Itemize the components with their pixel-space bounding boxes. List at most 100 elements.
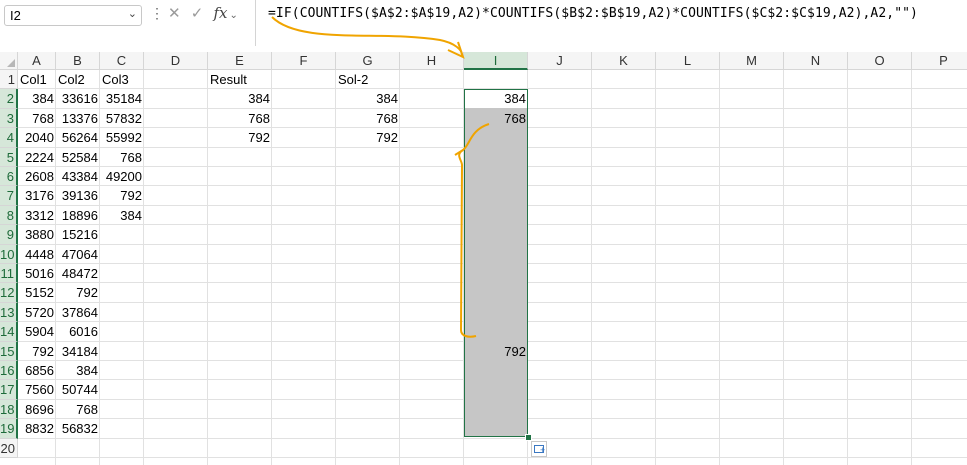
cell-e3[interactable]: 768 — [210, 109, 270, 128]
row-header-5[interactable]: 5 — [0, 147, 18, 167]
row-header-8[interactable]: 8 — [0, 205, 18, 226]
cell-b12[interactable]: 792 — [58, 283, 98, 302]
column-header-h[interactable]: H — [400, 52, 464, 70]
cell-c3[interactable]: 57832 — [102, 109, 142, 128]
cell-c2[interactable]: 35184 — [102, 89, 142, 108]
cell-c1[interactable]: Col3 — [102, 70, 142, 89]
cell-g4[interactable]: 792 — [338, 128, 398, 147]
row-header-17[interactable]: 17 — [0, 380, 18, 400]
cell-b15[interactable]: 34184 — [58, 342, 98, 361]
column-header-b[interactable]: B — [56, 52, 100, 70]
row-header-10[interactable]: 10 — [0, 244, 18, 264]
row-header-9[interactable]: 9 — [0, 225, 18, 245]
column-header-d[interactable]: D — [144, 52, 208, 70]
cell-b2[interactable]: 33616 — [58, 89, 98, 108]
cell-a8[interactable]: 3312 — [20, 206, 54, 225]
name-box[interactable]: I2 ⌄ — [4, 5, 142, 26]
cell-a13[interactable]: 5720 — [20, 303, 54, 322]
cell-a19[interactable]: 8832 — [20, 419, 54, 438]
row-header-18[interactable]: 18 — [0, 399, 18, 420]
cell-g2[interactable]: 384 — [338, 89, 398, 108]
cell-a9[interactable]: 3880 — [20, 225, 54, 244]
cell-a10[interactable]: 4448 — [20, 245, 54, 264]
row-header-4[interactable]: 4 — [0, 128, 18, 148]
cell-b6[interactable]: 43384 — [58, 167, 98, 186]
cell-b9[interactable]: 15216 — [58, 225, 98, 244]
cell-b7[interactable]: 39136 — [58, 186, 98, 205]
cell-g1[interactable]: Sol-2 — [338, 70, 398, 89]
more-vert-icon[interactable]: ⋮ — [150, 5, 164, 22]
column-header-o[interactable]: O — [848, 52, 912, 70]
cell-b10[interactable]: 47064 — [58, 245, 98, 264]
column-header-g[interactable]: G — [336, 52, 400, 70]
cell-b4[interactable]: 56264 — [58, 128, 98, 147]
column-header-k[interactable]: K — [592, 52, 656, 70]
cell-b8[interactable]: 18896 — [58, 206, 98, 225]
cell-b5[interactable]: 52584 — [58, 148, 98, 167]
selection-range[interactable] — [464, 89, 528, 437]
row-header-1[interactable]: 1 — [0, 70, 18, 90]
row-header-20[interactable]: 20 — [0, 438, 18, 458]
column-header-m[interactable]: M — [720, 52, 784, 70]
cell-a18[interactable]: 8696 — [20, 400, 54, 419]
select-all-corner[interactable] — [0, 52, 18, 70]
column-header-a[interactable]: A — [18, 52, 56, 70]
row-header-7[interactable]: 7 — [0, 186, 18, 206]
fill-handle[interactable] — [525, 434, 532, 441]
cell-c7[interactable]: 792 — [102, 186, 142, 205]
formula-input[interactable]: =IF(COUNTIFS($A$2:$A$19,A2)*COUNTIFS($B$… — [255, 0, 967, 46]
cell-a7[interactable]: 3176 — [20, 186, 54, 205]
cell-b19[interactable]: 56832 — [58, 419, 98, 438]
cell-b14[interactable]: 6016 — [58, 322, 98, 341]
chevron-down-icon[interactable]: ⌄ — [128, 7, 137, 20]
row-header-6[interactable]: 6 — [0, 167, 18, 187]
cell-a17[interactable]: 7560 — [20, 380, 54, 399]
cell-b1[interactable]: Col2 — [58, 70, 98, 89]
row-header-14[interactable]: 14 — [0, 322, 18, 342]
cell-a5[interactable]: 2224 — [20, 148, 54, 167]
cell-i2[interactable]: 384 — [466, 89, 526, 108]
cell-a6[interactable]: 2608 — [20, 167, 54, 186]
cell-a11[interactable]: 5016 — [20, 264, 54, 283]
cell-i3[interactable]: 768 — [466, 109, 526, 128]
cell-a1[interactable]: Col1 — [20, 70, 54, 89]
row-header-3[interactable]: 3 — [0, 108, 18, 129]
cell-g3[interactable]: 768 — [338, 109, 398, 128]
column-header-c[interactable]: C — [100, 52, 144, 70]
row-header-15[interactable]: 15 — [0, 341, 18, 361]
column-header-l[interactable]: L — [656, 52, 720, 70]
cell-a14[interactable]: 5904 — [20, 322, 54, 341]
cancel-x-icon[interactable]: ✕ — [168, 5, 181, 22]
row-header-12[interactable]: 12 — [0, 283, 18, 303]
confirm-check-icon[interactable]: ✓ — [191, 5, 204, 22]
cell-a15[interactable]: 792 — [20, 342, 54, 361]
fx-icon[interactable]: fx — [214, 4, 228, 22]
cell-b16[interactable]: 384 — [58, 361, 98, 380]
column-header-e[interactable]: E — [208, 52, 272, 70]
cell-c5[interactable]: 768 — [102, 148, 142, 167]
row-header-19[interactable]: 19 — [0, 419, 18, 439]
cell-e2[interactable]: 384 — [210, 89, 270, 108]
row-header-13[interactable]: 13 — [0, 302, 18, 323]
cell-e1[interactable]: Result — [210, 70, 270, 89]
cell-a2[interactable]: 384 — [20, 89, 54, 108]
row-header-16[interactable]: 16 — [0, 361, 18, 381]
column-header-f[interactable]: F — [272, 52, 336, 70]
cell-c4[interactable]: 55992 — [102, 128, 142, 147]
column-header-n[interactable]: N — [784, 52, 848, 70]
cell-b17[interactable]: 50744 — [58, 380, 98, 399]
cell-a3[interactable]: 768 — [20, 109, 54, 128]
cell-b11[interactable]: 48472 — [58, 264, 98, 283]
cell-b13[interactable]: 37864 — [58, 303, 98, 322]
chevron-down-icon[interactable]: ⌄ — [230, 10, 238, 21]
row-header-2[interactable]: 2 — [0, 89, 18, 109]
cell-a12[interactable]: 5152 — [20, 283, 54, 302]
column-header-p[interactable]: P — [912, 52, 967, 70]
cell-e4[interactable]: 792 — [210, 128, 270, 147]
cell-i15[interactable]: 792 — [466, 342, 526, 361]
cell-c6[interactable]: 49200 — [102, 167, 142, 186]
column-header-i[interactable]: I — [464, 52, 528, 70]
column-header-j[interactable]: J — [528, 52, 592, 70]
cell-b18[interactable]: 768 — [58, 400, 98, 419]
cell-b3[interactable]: 13376 — [58, 109, 98, 128]
